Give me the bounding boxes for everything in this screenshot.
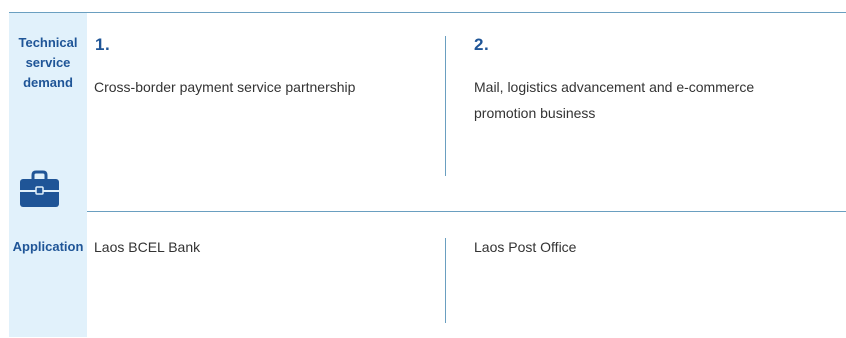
column-divider-demand xyxy=(445,36,446,176)
technical-service-demand-label: Technical service demand xyxy=(18,35,78,90)
demand-number-2: 2. xyxy=(474,35,490,54)
row-divider xyxy=(87,211,846,212)
top-divider xyxy=(9,12,846,13)
application-label: Application xyxy=(12,239,84,254)
demand-text-1: Cross-border payment service partnership xyxy=(94,79,356,95)
demand-text-2: Mail, logistics advancement and e-commer… xyxy=(474,79,755,121)
column-divider-application xyxy=(445,238,446,323)
application-text-2: Laos Post Office xyxy=(474,239,577,255)
briefcase-icon xyxy=(20,170,59,207)
tech-demand-table: Technical service demand Application 1. … xyxy=(0,0,846,338)
application-text-1: Laos BCEL Bank xyxy=(94,239,201,255)
demand-number-1: 1. xyxy=(95,35,111,54)
